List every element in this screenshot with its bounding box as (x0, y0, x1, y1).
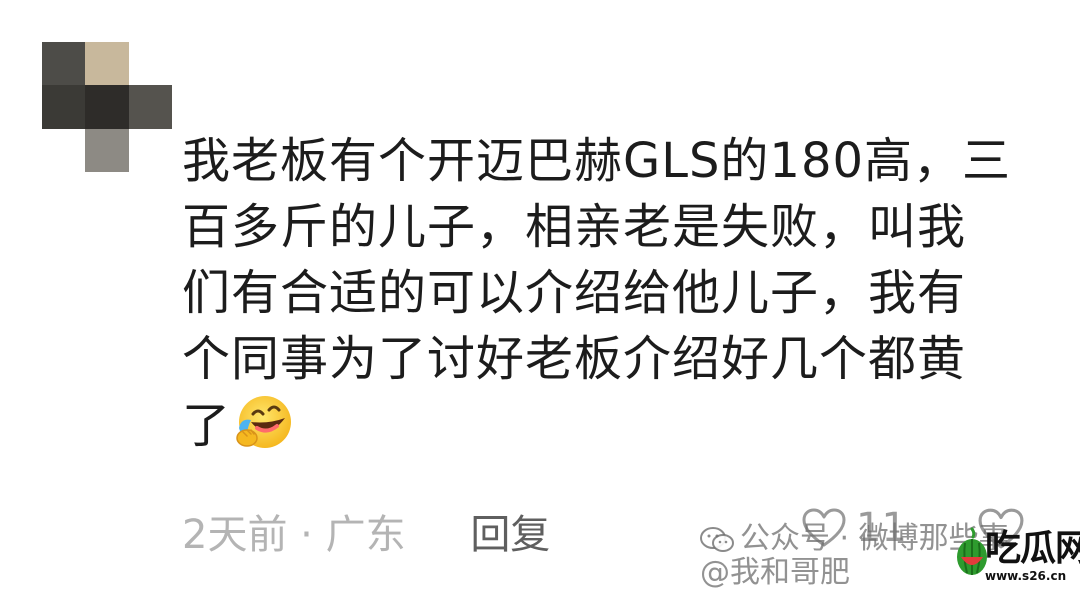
avatar-pixel (128, 85, 172, 129)
logo-url: www.s26.cn (985, 569, 1067, 583)
logo-title: 吃瓜网 (985, 528, 1080, 569)
avatar-pixel (85, 85, 129, 129)
avatar-pixel (42, 128, 86, 172)
avatar-pixel (85, 42, 129, 86)
comment-line: 了 (182, 398, 232, 454)
avatar-pixel (128, 128, 172, 172)
time-location: 2天前 · 广东 (182, 512, 406, 558)
comment-line: 我老板有个开迈巴赫GLS的180高，三 (182, 133, 1012, 189)
wechat-icon (700, 527, 734, 552)
watermelon-icon (957, 527, 987, 575)
comment-text: 我老板有个开迈巴赫GLS的180高，三 百多斤的儿子，相亲老是失败，叫我 们有合… (182, 128, 1042, 459)
avatar-pixel (128, 42, 172, 86)
reply-button[interactable]: 回复 (470, 512, 550, 558)
comment-line-last: 了 (182, 392, 1042, 459)
site-logo: 吃瓜网 www.s26.cn (955, 525, 1080, 588)
avatar[interactable] (42, 42, 172, 172)
avatar-pixel (42, 85, 86, 129)
comment-line: 们有合适的可以介绍给他儿子，我有 (182, 265, 967, 321)
comment-meta: 2天前 · 广东 回复 (182, 502, 550, 560)
laughing-crying-emoji-icon (236, 396, 292, 448)
comment-line: 个同事为了讨好老板介绍好几个都黄 (182, 331, 967, 387)
comment-line: 百多斤的儿子，相亲老是失败，叫我 (182, 199, 967, 255)
avatar-pixel (85, 128, 129, 172)
avatar-pixel (42, 42, 86, 86)
